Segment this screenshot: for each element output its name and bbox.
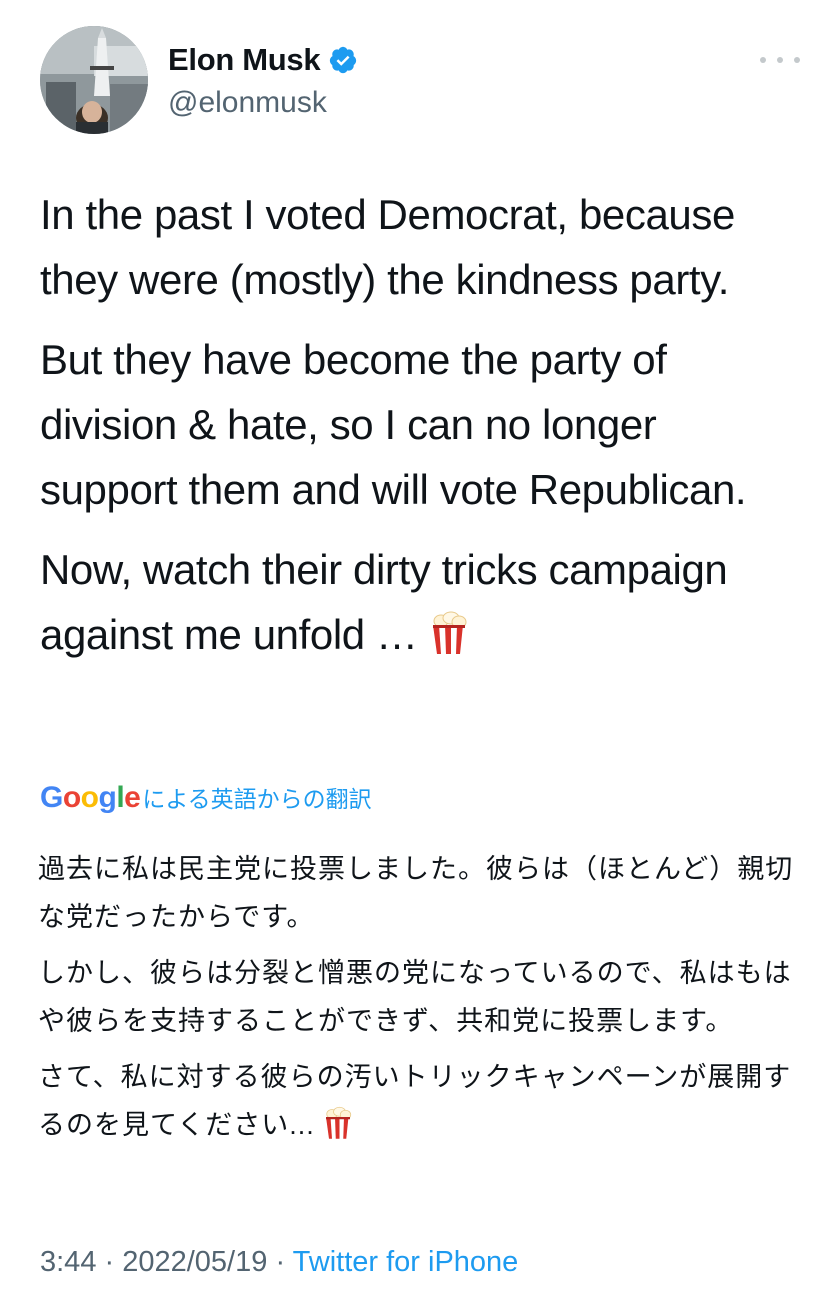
meta-separator: · <box>267 1246 293 1278</box>
tweet-date: 2022/05/19 <box>122 1246 268 1278</box>
translated-paragraph: しかし、彼らは分裂と憎悪の党になっているので、私はもはや彼らを支持することができ… <box>38 958 792 1036</box>
translated-body: 過去に私は民主党に投票しました。彼らは（ほとんど）親切な党だったからです。 しか… <box>38 845 798 1157</box>
popcorn-emoji <box>323 1106 353 1140</box>
translated-paragraph-last: さて、私に対する彼らの汚いトリックキャンペーンが展開するのを見てください... <box>38 1053 798 1149</box>
verified-badge-icon <box>328 45 358 75</box>
avatar[interactable] <box>40 26 148 134</box>
meta-separator: · <box>96 1246 123 1278</box>
name-row: Elon Musk <box>168 42 358 78</box>
translated-paragraph: 過去に私は民主党に投票しました。彼らは（ほとんど）親切な党だったからです。 <box>38 854 794 932</box>
dot <box>777 57 783 63</box>
more-options-icon[interactable] <box>760 48 800 72</box>
popcorn-emoji <box>429 608 469 654</box>
tweet-source-link[interactable]: Twitter for iPhone <box>293 1246 519 1278</box>
translation-caption: による英語からの翻訳 <box>142 786 372 812</box>
display-name[interactable]: Elon Musk <box>168 42 321 78</box>
google-logo: Google <box>40 781 141 814</box>
tweet-paragraph-text: Now, watch their dirty tricks campaign a… <box>40 546 728 658</box>
tweet-paragraph-last: Now, watch their dirty tricks campaign a… <box>40 537 800 667</box>
tweet-paragraph: In the past I voted Democrat, because th… <box>40 191 735 303</box>
translation-label[interactable]: Google による英語からの翻訳 <box>40 780 372 815</box>
tweet-paragraph: But they have become the party of divisi… <box>40 336 747 513</box>
tweet-time: 3:44 <box>40 1246 97 1278</box>
avatar-image <box>40 26 148 134</box>
tweet-body: In the past I voted Democrat, because th… <box>40 182 800 682</box>
handle[interactable]: @elonmusk <box>168 86 327 120</box>
tweet-meta: 3:44 · 2022/05/19 · Twitter for iPhone <box>40 1246 518 1279</box>
dot <box>760 57 766 63</box>
dot <box>794 57 800 63</box>
tweet-header: Elon Musk @elonmusk <box>40 26 800 136</box>
translated-paragraph-text: さて、私に対する彼らの汚いトリックキャンペーンが展開するのを見てください... <box>38 1062 792 1140</box>
